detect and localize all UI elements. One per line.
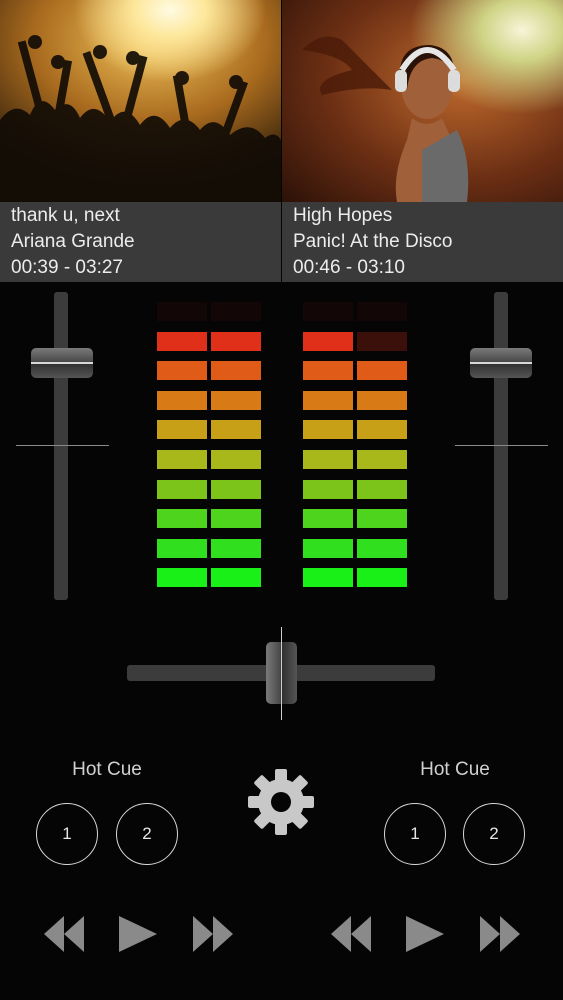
deck-a-right-meter-segment: [211, 539, 261, 558]
deck-a-right-meter-segment: [211, 450, 261, 469]
deck-a-song-title: thank u, next: [11, 205, 120, 226]
deck-a-hot-cue-2-button[interactable]: 2: [116, 803, 178, 865]
deck-b-play-icon[interactable]: [404, 912, 448, 956]
deck-a-rewind-icon[interactable]: [42, 912, 86, 956]
deck-a-left-meter-segment: [157, 509, 207, 528]
deck-b-track-info: High Hopes Panic! At the Disco 00:46 - 0…: [282, 202, 563, 282]
deck-b-left-meter-segment: [303, 480, 353, 499]
deck-a-time: 00:39 - 03:27: [11, 257, 123, 278]
deck-a-fast-forward-icon[interactable]: [191, 912, 235, 956]
deck-a-artwork: [0, 0, 281, 202]
deck-b-left-meter-segment: [303, 568, 353, 587]
deck-b-artist: Panic! At the Disco: [293, 231, 453, 252]
gear-icon[interactable]: [247, 768, 315, 836]
deck-a-left-meter-segment: [157, 361, 207, 380]
deck-a-left-meter-segment: [157, 480, 207, 499]
deck-a-left-meter-segment: [157, 332, 207, 351]
deck-a-artist: Ariana Grande: [11, 231, 135, 252]
deck-b-left-meter-segment: [303, 302, 353, 321]
deck-b-right-meter-segment: [357, 539, 407, 558]
deck-b-left-meter-segment: [303, 391, 353, 410]
deck-b-right-meter-segment: [357, 420, 407, 439]
deck-a-right-meter-segment: [211, 361, 261, 380]
deck-a-right-meter-segment: [211, 568, 261, 587]
deck-b-left-meter-segment: [303, 539, 353, 558]
deck-b-volume-knob[interactable]: [470, 348, 532, 378]
deck-a-right-meter-segment: [211, 332, 261, 351]
deck-b-left-meter-segment: [303, 361, 353, 380]
deck-a-right-meter-segment: [211, 302, 261, 321]
deck-a-play-icon[interactable]: [117, 912, 161, 956]
deck-b-left-meter-segment: [303, 332, 353, 351]
deck-b-left-meter-segment: [303, 509, 353, 528]
deck-a-hot-cue-label: Hot Cue: [72, 759, 142, 780]
deck-b-right-meter-segment: [357, 480, 407, 499]
deck-b-left-meter-segment: [303, 450, 353, 469]
deck-a-left-meter-segment: [157, 450, 207, 469]
deck-a-volume-track[interactable]: [54, 292, 68, 600]
deck-b-rewind-icon[interactable]: [329, 912, 373, 956]
deck-b-right-meter-segment: [357, 302, 407, 321]
deck-b-right-meter-segment: [357, 391, 407, 410]
deck-a-left-meter-segment: [157, 420, 207, 439]
deck-b-right-meter-segment: [357, 509, 407, 528]
deck-b-left-meter-segment: [303, 420, 353, 439]
deck-a-volume-knob[interactable]: [31, 348, 93, 378]
deck-b-right-meter-segment: [357, 361, 407, 380]
deck-a-left-meter-segment: [157, 568, 207, 587]
dj-portrait: [302, 36, 469, 202]
deck-a-right-meter-segment: [211, 391, 261, 410]
deck-b-fast-forward-icon[interactable]: [478, 912, 522, 956]
deck-b-hot-cue-2-button[interactable]: 2: [463, 803, 525, 865]
deck-a-track-info: thank u, next Ariana Grande 00:39 - 03:2…: [0, 202, 281, 282]
crowd-silhouette: [0, 35, 281, 202]
deck-b-hot-cue-label: Hot Cue: [420, 759, 490, 780]
deck-a-hot-cue-1-button[interactable]: 1: [36, 803, 98, 865]
deck-b-song-title: High Hopes: [293, 205, 393, 226]
deck-a-right-meter-segment: [211, 509, 261, 528]
deck-a-right-meter-segment: [211, 420, 261, 439]
crossfader-center-line: [281, 627, 282, 720]
deck-b-volume-center-line: [455, 445, 548, 446]
deck-b-time: 00:46 - 03:10: [293, 257, 405, 278]
deck-b-right-meter-segment: [357, 332, 407, 351]
deck-b-right-meter-segment: [357, 450, 407, 469]
deck-b-hot-cue-1-button[interactable]: 1: [384, 803, 446, 865]
deck-a-left-meter-segment: [157, 539, 207, 558]
deck-b-right-meter-segment: [357, 568, 407, 587]
deck-b-artwork: [282, 0, 563, 202]
deck-a-left-meter-segment: [157, 391, 207, 410]
deck-a-left-meter-segment: [157, 302, 207, 321]
deck-b-volume-track[interactable]: [494, 292, 508, 600]
deck-a-volume-center-line: [16, 445, 109, 446]
deck-a-right-meter-segment: [211, 480, 261, 499]
